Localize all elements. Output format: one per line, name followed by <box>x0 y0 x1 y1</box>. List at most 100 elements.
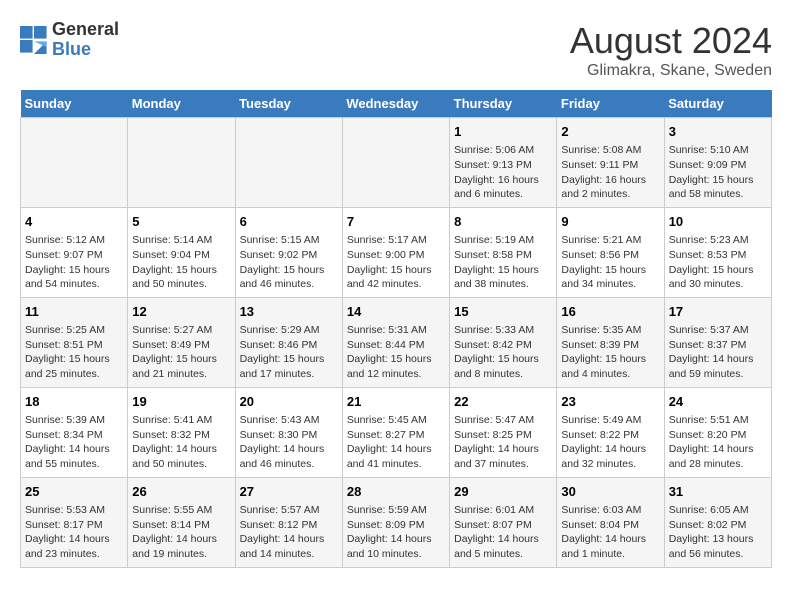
day-info: Sunrise: 5:31 AM Sunset: 8:44 PM Dayligh… <box>347 323 445 382</box>
calendar-cell <box>21 118 128 208</box>
calendar-cell: 24Sunrise: 5:51 AM Sunset: 8:20 PM Dayli… <box>664 387 771 477</box>
day-info: Sunrise: 5:27 AM Sunset: 8:49 PM Dayligh… <box>132 323 230 382</box>
day-number: 25 <box>25 483 123 501</box>
day-number: 5 <box>132 213 230 231</box>
calendar-cell: 8 Sunrise: 5:19 AM Sunset: 8:58 PM Daylig… <box>450 207 557 297</box>
day-number: 9 <box>561 213 659 231</box>
day-info: Sunrise: 5:17 AM Sunset: 9:00 PM Dayligh… <box>347 233 445 292</box>
day-number: 18 <box>25 393 123 411</box>
calendar-cell: 3Sunrise: 5:10 AM Sunset: 9:09 PM Daylig… <box>664 118 771 208</box>
calendar-cell: 15 Sunrise: 5:33 AM Sunset: 8:42 PM Dayli… <box>450 297 557 387</box>
calendar-cell: 1 Sunrise: 5:06 AM Sunset: 9:13 PM Daylig… <box>450 118 557 208</box>
calendar-cell: 28 Sunrise: 5:59 AM Sunset: 8:09 PM Dayli… <box>342 477 449 567</box>
day-number: 3 <box>669 123 767 141</box>
page-header: General Blue August 2024 Glimakra, Skane… <box>20 20 772 80</box>
day-info: Sunrise: 5:59 AM Sunset: 8:09 PM Dayligh… <box>347 503 445 562</box>
calendar-cell: 7 Sunrise: 5:17 AM Sunset: 9:00 PM Daylig… <box>342 207 449 297</box>
day-info: Sunrise: 5:57 AM Sunset: 8:12 PM Dayligh… <box>240 503 338 562</box>
weekday-header: Sunday <box>21 90 128 118</box>
day-number: 21 <box>347 393 445 411</box>
day-info: Sunrise: 5:33 AM Sunset: 8:42 PM Dayligh… <box>454 323 552 382</box>
calendar-cell <box>235 118 342 208</box>
calendar-cell: 29 Sunrise: 6:01 AM Sunset: 8:07 PM Dayli… <box>450 477 557 567</box>
calendar-cell: 19Sunrise: 5:41 AM Sunset: 8:32 PM Dayli… <box>128 387 235 477</box>
day-number: 2 <box>561 123 659 141</box>
day-number: 8 <box>454 213 552 231</box>
day-number: 7 <box>347 213 445 231</box>
day-info: Sunrise: 5:06 AM Sunset: 9:13 PM Dayligh… <box>454 143 552 202</box>
day-number: 29 <box>454 483 552 501</box>
calendar-cell: 31 Sunrise: 6:05 AM Sunset: 8:02 PM Dayli… <box>664 477 771 567</box>
calendar-cell: 10Sunrise: 5:23 AM Sunset: 8:53 PM Dayli… <box>664 207 771 297</box>
weekday-header: Wednesday <box>342 90 449 118</box>
day-info: Sunrise: 5:25 AM Sunset: 8:51 PM Dayligh… <box>25 323 123 382</box>
calendar-cell: 16 Sunrise: 5:35 AM Sunset: 8:39 PM Dayli… <box>557 297 664 387</box>
logo: General Blue <box>20 20 119 60</box>
day-number: 11 <box>25 303 123 321</box>
calendar-cell: 6Sunrise: 5:15 AM Sunset: 9:02 PM Daylig… <box>235 207 342 297</box>
calendar-cell: 21 Sunrise: 5:45 AM Sunset: 8:27 PM Dayli… <box>342 387 449 477</box>
logo-line1: General <box>52 20 119 40</box>
day-info: Sunrise: 5:45 AM Sunset: 8:27 PM Dayligh… <box>347 413 445 472</box>
day-info: Sunrise: 5:19 AM Sunset: 8:58 PM Dayligh… <box>454 233 552 292</box>
weekday-header: Monday <box>128 90 235 118</box>
calendar-cell: 4Sunrise: 5:12 AM Sunset: 9:07 PM Daylig… <box>21 207 128 297</box>
day-number: 12 <box>132 303 230 321</box>
calendar-cell: 23Sunrise: 5:49 AM Sunset: 8:22 PM Dayli… <box>557 387 664 477</box>
calendar-week-row: 18 Sunrise: 5:39 AM Sunset: 8:34 PM Dayli… <box>21 387 772 477</box>
calendar-header: SundayMondayTuesdayWednesdayThursdayFrid… <box>21 90 772 118</box>
day-info: Sunrise: 5:29 AM Sunset: 8:46 PM Dayligh… <box>240 323 338 382</box>
calendar-week-row: 25 Sunrise: 5:53 AM Sunset: 8:17 PM Dayli… <box>21 477 772 567</box>
day-number: 27 <box>240 483 338 501</box>
day-info: Sunrise: 5:55 AM Sunset: 8:14 PM Dayligh… <box>132 503 230 562</box>
day-info: Sunrise: 5:35 AM Sunset: 8:39 PM Dayligh… <box>561 323 659 382</box>
day-number: 6 <box>240 213 338 231</box>
day-info: Sunrise: 5:21 AM Sunset: 8:56 PM Dayligh… <box>561 233 659 292</box>
calendar-cell <box>128 118 235 208</box>
calendar-cell <box>342 118 449 208</box>
day-number: 1 <box>454 123 552 141</box>
calendar-cell: 12 Sunrise: 5:27 AM Sunset: 8:49 PM Dayli… <box>128 297 235 387</box>
weekday-header: Tuesday <box>235 90 342 118</box>
day-number: 22 <box>454 393 552 411</box>
weekday-header: Saturday <box>664 90 771 118</box>
day-info: Sunrise: 5:14 AM Sunset: 9:04 PM Dayligh… <box>132 233 230 292</box>
day-info: Sunrise: 5:53 AM Sunset: 8:17 PM Dayligh… <box>25 503 123 562</box>
calendar-week-row: 4Sunrise: 5:12 AM Sunset: 9:07 PM Daylig… <box>21 207 772 297</box>
calendar-week-row: 11 Sunrise: 5:25 AM Sunset: 8:51 PM Dayli… <box>21 297 772 387</box>
main-title: August 2024 <box>570 20 772 62</box>
logo-line2: Blue <box>52 40 119 60</box>
calendar-cell: 20Sunrise: 5:43 AM Sunset: 8:30 PM Dayli… <box>235 387 342 477</box>
day-number: 26 <box>132 483 230 501</box>
weekday-header: Friday <box>557 90 664 118</box>
weekday-header: Thursday <box>450 90 557 118</box>
calendar-cell: 2Sunrise: 5:08 AM Sunset: 9:11 PM Daylig… <box>557 118 664 208</box>
calendar-week-row: 1 Sunrise: 5:06 AM Sunset: 9:13 PM Daylig… <box>21 118 772 208</box>
calendar-cell: 22Sunrise: 5:47 AM Sunset: 8:25 PM Dayli… <box>450 387 557 477</box>
day-number: 19 <box>132 393 230 411</box>
calendar-cell: 5 Sunrise: 5:14 AM Sunset: 9:04 PM Daylig… <box>128 207 235 297</box>
calendar-cell: 25 Sunrise: 5:53 AM Sunset: 8:17 PM Dayli… <box>21 477 128 567</box>
calendar-cell: 9 Sunrise: 5:21 AM Sunset: 8:56 PM Daylig… <box>557 207 664 297</box>
header-row: SundayMondayTuesdayWednesdayThursdayFrid… <box>21 90 772 118</box>
day-info: Sunrise: 6:01 AM Sunset: 8:07 PM Dayligh… <box>454 503 552 562</box>
day-number: 31 <box>669 483 767 501</box>
day-number: 24 <box>669 393 767 411</box>
calendar-cell: 14Sunrise: 5:31 AM Sunset: 8:44 PM Dayli… <box>342 297 449 387</box>
day-number: 30 <box>561 483 659 501</box>
day-info: Sunrise: 5:37 AM Sunset: 8:37 PM Dayligh… <box>669 323 767 382</box>
subtitle: Glimakra, Skane, Sweden <box>570 62 772 80</box>
day-number: 28 <box>347 483 445 501</box>
logo-text: General Blue <box>52 20 119 60</box>
day-number: 15 <box>454 303 552 321</box>
day-info: Sunrise: 5:23 AM Sunset: 8:53 PM Dayligh… <box>669 233 767 292</box>
day-info: Sunrise: 6:05 AM Sunset: 8:02 PM Dayligh… <box>669 503 767 562</box>
day-info: Sunrise: 5:49 AM Sunset: 8:22 PM Dayligh… <box>561 413 659 472</box>
day-info: Sunrise: 6:03 AM Sunset: 8:04 PM Dayligh… <box>561 503 659 562</box>
day-number: 16 <box>561 303 659 321</box>
calendar-cell: 18 Sunrise: 5:39 AM Sunset: 8:34 PM Dayli… <box>21 387 128 477</box>
day-info: Sunrise: 5:39 AM Sunset: 8:34 PM Dayligh… <box>25 413 123 472</box>
calendar-cell: 17 Sunrise: 5:37 AM Sunset: 8:37 PM Dayli… <box>664 297 771 387</box>
day-number: 17 <box>669 303 767 321</box>
day-number: 4 <box>25 213 123 231</box>
